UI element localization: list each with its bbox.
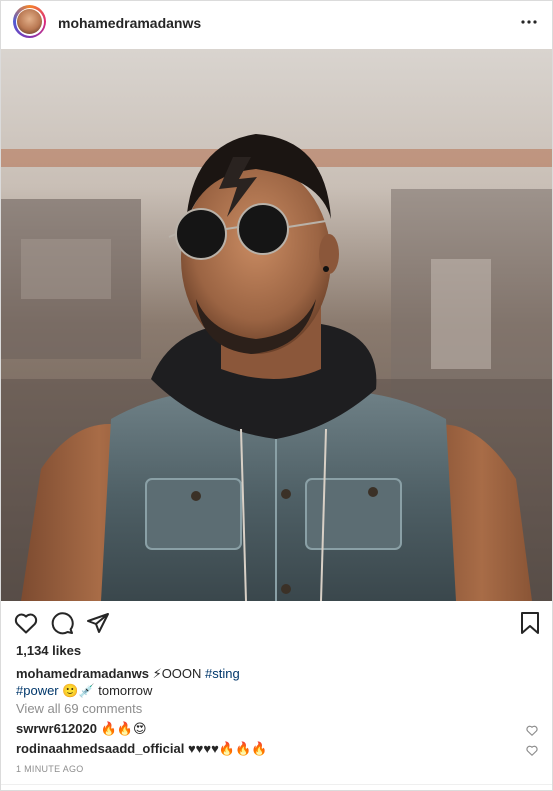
caption-text-start: ⚡OOON [152, 666, 206, 681]
action-bar [1, 602, 552, 644]
post-card: mohamedramadanws 1,134 likes mohamedrama… [0, 0, 553, 791]
caption-text-end: 🙂💉 tomorrow [58, 683, 153, 698]
likes-count[interactable]: 1,134 likes [16, 643, 81, 658]
comment-text: ♥♥♥♥🔥🔥🔥 [187, 741, 268, 756]
post-timestamp[interactable]: 1 MINUTE AGO [16, 764, 84, 774]
avatar-image [17, 9, 42, 34]
avatar[interactable] [13, 5, 46, 38]
comment-icon[interactable] [49, 610, 75, 636]
divider [1, 784, 552, 785]
post-username[interactable]: mohamedramadanws [58, 15, 201, 31]
comment-item: rodinaahmedsaadd_official ♥♥♥♥🔥🔥🔥 [16, 741, 267, 757]
post-photo[interactable] [1, 49, 552, 601]
comment-like-heart-icon[interactable] [526, 743, 538, 756]
hashtag-sting[interactable]: #sting [205, 666, 240, 681]
comment-item: swrwr612020 🔥🔥😍 [16, 721, 147, 737]
hashtag-power[interactable]: #power [16, 683, 59, 698]
comment-like-heart-icon[interactable] [526, 723, 538, 736]
heart-icon[interactable] [13, 610, 39, 636]
comment-text: 🔥🔥😍 [100, 721, 147, 736]
post-caption: mohamedramadanws ⚡OOON #sting #power 🙂💉 … [16, 665, 496, 699]
share-icon[interactable] [85, 610, 111, 636]
more-options-icon[interactable] [520, 13, 538, 31]
comment-username[interactable]: rodinaahmedsaadd_official [16, 741, 184, 756]
bookmark-icon[interactable] [517, 610, 543, 636]
caption-username[interactable]: mohamedramadanws [16, 666, 149, 681]
view-all-comments-link[interactable]: View all 69 comments [16, 701, 142, 716]
post-header: mohamedramadanws [1, 1, 552, 48]
comment-username[interactable]: swrwr612020 [16, 721, 97, 736]
